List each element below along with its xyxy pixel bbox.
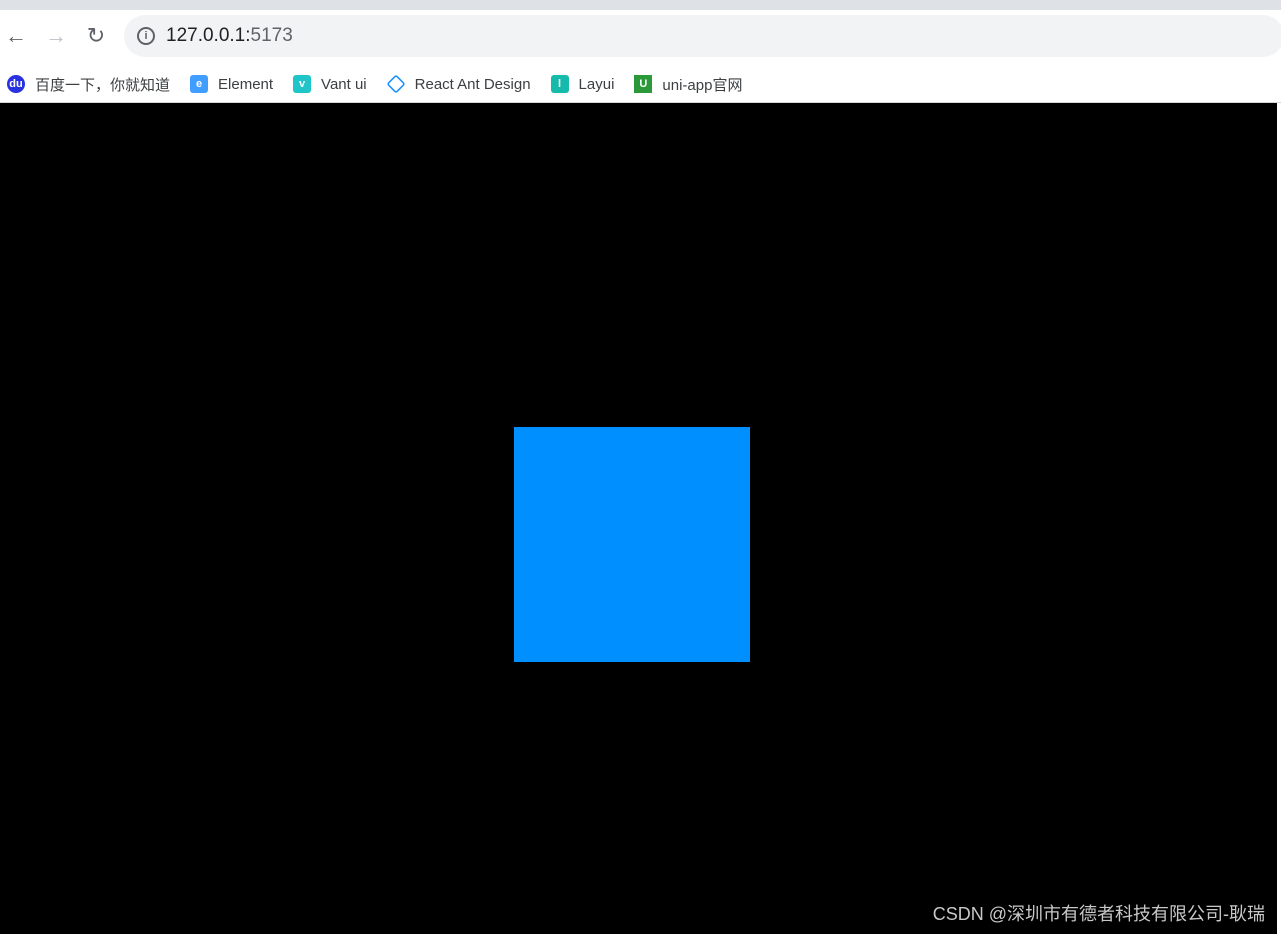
info-icon[interactable]: i (137, 27, 155, 45)
browser-toolbar: ← → ↻ i 127.0.0.1:5173 (0, 10, 1281, 66)
bookmark-uni-app[interactable]: Uuni-app官网 (634, 74, 742, 95)
bookmark-label: React Ant Design (414, 75, 531, 93)
bookmark-baidu[interactable]: du 百度一下，你就知道 (7, 74, 170, 95)
scrollbar[interactable] (1277, 103, 1281, 934)
url-port: 5173 (250, 25, 293, 46)
page-canvas: CSDN @深圳市有德者科技有限公司-耿瑞 (0, 103, 1277, 934)
bookmark-react-ant-design[interactable]: React Ant Design (386, 74, 531, 94)
blue-square (514, 427, 750, 662)
bookmark-label: Layui (578, 75, 615, 93)
bookmark-label: 百度一下，你就知道 (35, 76, 171, 94)
bookmarks-bar: du 百度一下，你就知道 e Element v Vant ui React Ant … (0, 66, 1281, 103)
bookmark-label: Element (218, 75, 274, 93)
bookmark-element[interactable]: e Element (190, 75, 273, 93)
bookmark-vant[interactable]: v Vant ui (293, 75, 367, 93)
ant-design-diamond-icon (386, 74, 406, 94)
layui-icon: l (550, 75, 569, 93)
url-host: 127.0.0.1: (166, 25, 251, 46)
url-text[interactable]: 127.0.0.1:5173 (166, 25, 293, 47)
bookmark-label: uni-app官网 (662, 76, 743, 94)
bookmark-layui[interactable]: l Layui (550, 75, 615, 93)
uni-app-icon: U (634, 75, 653, 93)
forward-arrow-icon[interactable]: → (44, 24, 68, 48)
watermark: CSDN @深圳市有德者科技有限公司-耿瑞 (932, 904, 1265, 924)
back-arrow-icon[interactable]: ← (4, 24, 28, 48)
bookmark-label: Vant ui (321, 75, 367, 93)
tab-strip (0, 0, 1281, 10)
element-hexagon-icon: e (190, 75, 209, 93)
address-bar[interactable]: i 127.0.0.1:5173 (124, 15, 1281, 57)
reload-icon[interactable]: ↻ (84, 24, 108, 48)
vant-icon: v (293, 75, 312, 93)
baidu-paw-icon: du (7, 75, 25, 93)
